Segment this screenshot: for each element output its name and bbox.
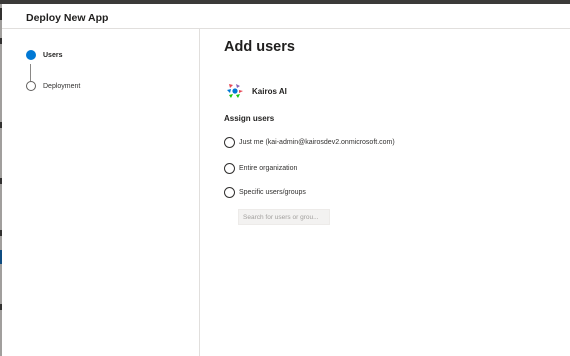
step-indicator <box>26 81 36 91</box>
main-content: Add users Kairos AI Assign users Just me… <box>224 29 564 356</box>
app-summary: Kairos AI <box>226 82 287 100</box>
radio-label: Entire organization <box>239 165 298 172</box>
step-connector <box>30 64 31 81</box>
radio-button[interactable] <box>224 137 235 148</box>
radio-option-entire-organization[interactable]: Entire organization <box>224 163 297 174</box>
kairos-logo-icon <box>227 84 243 98</box>
radio-option-specific-users[interactable]: Specific users/groups <box>224 187 306 198</box>
radio-option-just-me[interactable]: Just me (kai-admin@kairosdev2.onmicrosof… <box>224 137 395 148</box>
step-users[interactable]: Users <box>26 50 62 60</box>
step-label: Deployment <box>43 82 81 90</box>
step-indicator-active <box>26 50 36 60</box>
radio-label: Just me (kai-admin@kairosdev2.onmicrosof… <box>239 139 395 146</box>
app-name: Kairos AI <box>252 86 287 96</box>
page-title: Add users <box>224 39 295 55</box>
wizard-stepper: Users Deployment <box>2 29 200 356</box>
radio-button[interactable] <box>224 163 235 174</box>
assign-users-heading: Assign users <box>224 114 275 123</box>
radio-button[interactable] <box>224 187 235 198</box>
step-deployment[interactable]: Deployment <box>26 81 80 91</box>
step-label: Users <box>43 51 63 59</box>
search-users-input[interactable] <box>238 209 330 225</box>
panel-title: Deploy New App <box>26 12 109 24</box>
radio-label: Specific users/groups <box>239 189 306 196</box>
panel-header: Deploy New App <box>2 4 570 29</box>
